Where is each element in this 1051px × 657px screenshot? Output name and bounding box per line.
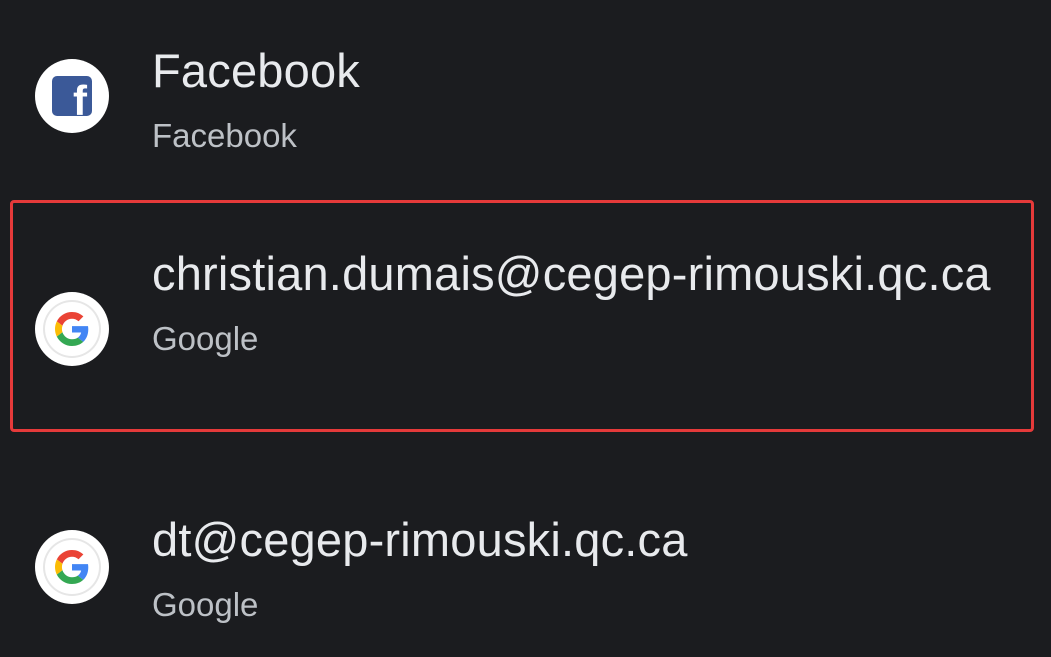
account-list: f Facebook Facebook christian.dumais@ceg… — [0, 0, 1051, 657]
account-type: Facebook — [152, 117, 297, 154]
account-row-facebook[interactable]: f Facebook Facebook — [0, 0, 1051, 190]
account-text: christian.dumais@cegep-rimouski.qc.ca Go… — [152, 242, 999, 359]
account-name: Facebook — [152, 44, 361, 97]
google-icon — [45, 302, 99, 356]
account-avatar — [35, 292, 109, 366]
facebook-icon: f — [52, 76, 92, 116]
account-email: christian.dumais@cegep-rimouski.qc.ca — [152, 247, 991, 300]
account-avatar: f — [35, 59, 109, 133]
account-avatar — [35, 530, 109, 604]
account-text: dt@cegep-rimouski.qc.ca Google — [152, 508, 1011, 625]
google-icon — [45, 540, 99, 594]
account-row-google[interactable]: dt@cegep-rimouski.qc.ca Google — [0, 460, 1051, 657]
account-text: Facebook Facebook — [152, 39, 1011, 156]
account-type: Google — [152, 320, 259, 357]
account-email: dt@cegep-rimouski.qc.ca — [152, 513, 688, 566]
account-type: Google — [152, 586, 259, 623]
account-row-google[interactable]: christian.dumais@cegep-rimouski.qc.ca Go… — [0, 190, 1051, 440]
